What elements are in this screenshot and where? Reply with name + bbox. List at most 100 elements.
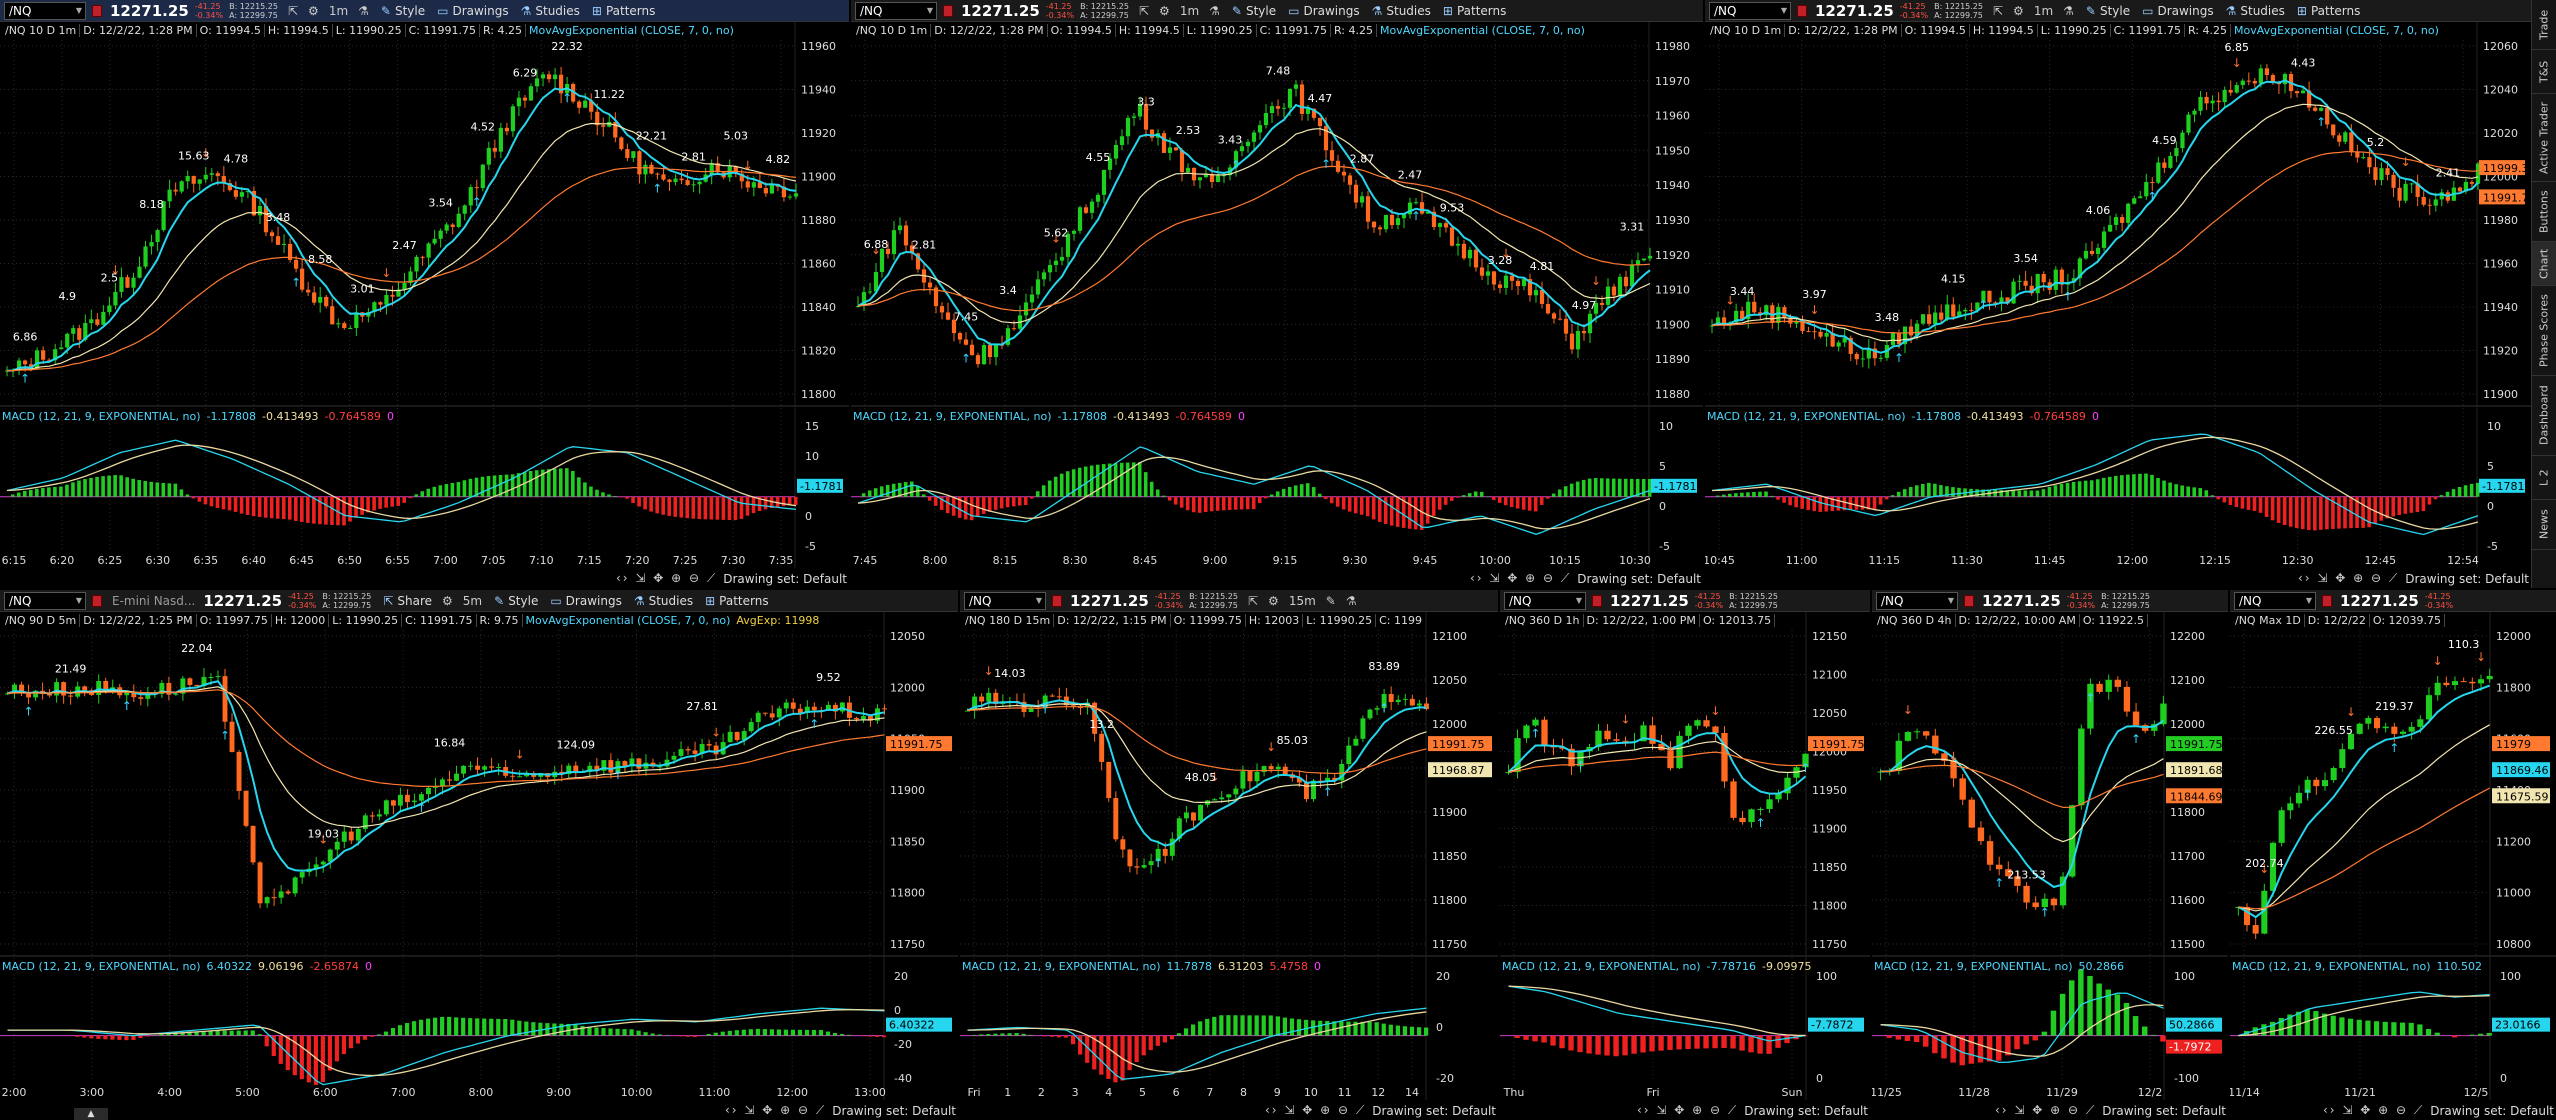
drawing-set-label[interactable]: Drawing set: Default	[2405, 572, 2529, 586]
macd-histogram-bar	[531, 1022, 536, 1036]
macd-histogram-bar	[1587, 478, 1592, 497]
y-tick-label: 11910	[1655, 284, 1690, 297]
macd-histogram-bar	[2276, 496, 2281, 523]
macd-histogram-bar	[2477, 1033, 2484, 1036]
macd-histogram-bar	[456, 482, 461, 497]
chart-panel-4[interactable]: /NQ ▼ E-mini Nasd... 12271.25 -41.25 -0.34…	[0, 590, 958, 1120]
navigation-icons[interactable]: ‹› ⇲ ✥ ⊕ ⊖ ⟋	[1637, 1103, 1738, 1118]
macd-value: 9.06196	[258, 960, 304, 973]
sidebar-tab-l2[interactable]: L 2	[2532, 456, 2556, 500]
macd-histogram-bar	[2014, 1035, 2020, 1050]
sidebar-tab-active-trader[interactable]: Active Trader	[2532, 94, 2556, 182]
macd-histogram-bar	[1541, 1035, 1547, 1043]
macd-histogram-bar	[1099, 1035, 1104, 1075]
macd-value: -0.764589	[324, 410, 381, 423]
macd-value: 0	[2091, 410, 2099, 423]
macd-histogram-bar	[691, 496, 696, 519]
chart-panel-7[interactable]: /NQ ▼ 12271.25 -41.25 -0.34% B: 12215.25 A:…	[1872, 590, 2228, 1120]
x-tick-label: 10:45	[1705, 554, 1735, 567]
drawing-set-label[interactable]: Drawing set: Default	[723, 572, 847, 586]
candle	[957, 333, 963, 340]
x-tick-label: 6:25	[98, 554, 123, 567]
macd-histogram-bar	[167, 483, 172, 497]
candle	[444, 224, 449, 231]
macd-histogram-bar	[1995, 1035, 2002, 1061]
chart-panel-3[interactable]: /NQ ▼ 12271.25 -41.25 -0.34% B: 12215.25 A:…	[1705, 0, 2531, 588]
drawing-set-label[interactable]: Drawing set: Default	[832, 1104, 956, 1118]
macd-histogram-bar	[251, 496, 256, 517]
sidebar-tab-buttons[interactable]: Buttons	[2532, 182, 2556, 242]
sidebar-tab-phase-scores[interactable]: Phase Scores	[2532, 286, 2556, 376]
x-tick-label: 6:35	[193, 554, 218, 567]
macd-histogram-bar	[229, 1030, 234, 1036]
macd-histogram-bar	[1957, 487, 1961, 497]
annotation-label: 6.85	[2224, 41, 2249, 54]
sidebar-tab-ts[interactable]: T&S	[2532, 50, 2556, 94]
candle	[1353, 738, 1359, 746]
y-tick-label: 12000	[1432, 718, 1467, 731]
macd-histogram-bar	[2101, 477, 2106, 497]
candle	[903, 225, 909, 246]
candle	[113, 291, 118, 306]
macd-histogram-bar	[2216, 496, 2221, 500]
x-tick-label: 7:15	[577, 554, 602, 567]
macd-histogram-bar	[101, 476, 105, 497]
navigation-icons[interactable]: ‹› ⇲ ✥ ⊕ ⊖ ⟋	[725, 1103, 826, 1118]
navigation-icons[interactable]: ‹› ⇲ ✥ ⊕ ⊖ ⟋	[1995, 1103, 2096, 1118]
macd-histogram-bar	[643, 496, 647, 510]
drawing-set-label[interactable]: Drawing set: Default	[1577, 572, 1701, 586]
drawing-set-label[interactable]: Drawing set: Default	[1744, 1104, 1868, 1118]
candle	[1541, 719, 1548, 746]
candle	[1161, 133, 1167, 153]
drawing-set-label[interactable]: Drawing set: Default	[2430, 1104, 2554, 1118]
ohlc-value: H: 11994.5	[1970, 24, 2038, 37]
macd-histogram-bar	[1497, 496, 1502, 503]
expand-bottom-button[interactable]: ▲	[74, 1108, 108, 1120]
macd-histogram-bar	[1263, 496, 1268, 499]
macd-histogram-bar	[89, 477, 93, 497]
chart-panel-1[interactable]: /NQ ▼ 12271.25 -41.25 -0.34% B: 12215.25 A:…	[0, 0, 849, 588]
candle	[383, 800, 389, 815]
x-tick-label: 12:30	[2282, 554, 2314, 567]
candle	[1812, 331, 1817, 333]
macd-histogram-bar	[703, 496, 708, 520]
x-tick-label: 7	[1206, 1086, 1213, 1099]
macd-histogram-bar	[1155, 1035, 1160, 1046]
app-window: /NQ ▼ 12271.25 -41.25 -0.34% B: 12215.25 A:…	[0, 0, 2556, 1120]
navigation-icons[interactable]: ‹› ⇲ ✥ ⊕ ⊖ ⟋	[2298, 571, 2399, 586]
signal-arrow: ↓	[1810, 303, 1820, 317]
sidebar-tab-trade[interactable]: Trade	[2532, 0, 2556, 50]
sidebar-tab-news[interactable]: News	[2532, 500, 2556, 550]
x-tick-label: 3:00	[79, 1086, 104, 1099]
macd-histogram-bar	[257, 496, 262, 517]
navigation-icons[interactable]: ‹› ⇲ ✥ ⊕ ⊖ ⟋	[2323, 1103, 2424, 1118]
candle	[1739, 817, 1746, 823]
navigation-icons[interactable]: ‹› ⇲ ✥ ⊕ ⊖ ⟋	[616, 571, 717, 586]
drawing-set-label[interactable]: Drawing set: Default	[2102, 1104, 2226, 1118]
y-tick-label: 11750	[890, 938, 925, 951]
navigation-icons[interactable]: ‹› ⇲ ✥ ⊕ ⊖ ⟋	[1470, 571, 1571, 586]
chart-panel-5[interactable]: /NQ ▼ 12271.25 -41.25 -0.34% B: 12215.25 A:…	[960, 590, 1498, 1120]
macd-histogram-bar	[1647, 479, 1652, 497]
candle	[2017, 280, 2022, 282]
chart-panel-6[interactable]: /NQ ▼ 12271.25 -41.25 -0.34% B: 12215.25 A:…	[1500, 590, 1870, 1120]
candle	[1113, 798, 1119, 840]
drawing-set-label[interactable]: Drawing set: Default	[1372, 1104, 1496, 1118]
macd-histogram-bar	[1149, 481, 1154, 497]
y-tick-label: 11950	[1812, 784, 1847, 797]
candle	[1617, 276, 1623, 296]
candle	[327, 849, 333, 862]
sidebar-tab-chart[interactable]: Chart	[2532, 242, 2556, 286]
macd-histogram-bar	[2041, 489, 2046, 497]
candle	[450, 224, 455, 227]
candle	[1509, 275, 1515, 281]
chart-panel-8[interactable]: /NQ▼ 12271.25 -41.25-0.34% 1200011800116…	[2230, 590, 2556, 1120]
chart-panel-2[interactable]: /NQ ▼ 12271.25 -41.25 -0.34% B: 12215.25 A:…	[851, 0, 1703, 588]
navigation-icons[interactable]: ‹› ⇲ ✥ ⊕ ⊖ ⟋	[1265, 1103, 1366, 1118]
candle	[334, 841, 340, 850]
candle	[155, 230, 160, 243]
sidebar-tab-dashboard[interactable]: Dashboard	[2532, 376, 2556, 456]
annotation-label: 219.37	[2375, 700, 2414, 713]
candle	[1806, 331, 1811, 333]
candle	[987, 345, 993, 358]
